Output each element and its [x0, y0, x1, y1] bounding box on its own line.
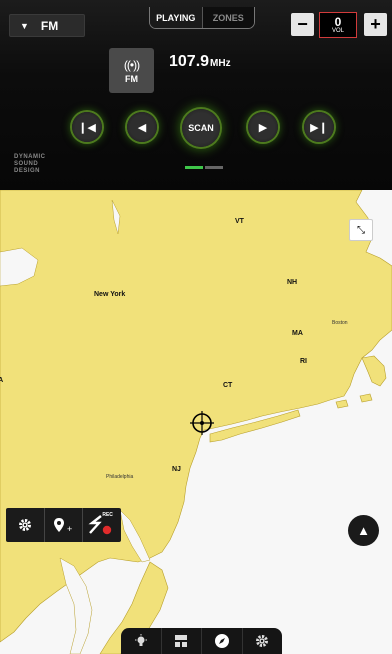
map-label-philadelphia: Philadelphia	[106, 474, 134, 480]
north-arrow-icon: ▲	[357, 523, 370, 538]
volume-value: 0	[334, 14, 342, 29]
playing-zones-tabs: PLAYING ZONES	[149, 7, 255, 29]
seek-back-button[interactable]: ◀	[127, 112, 157, 142]
dropdown-triangle-icon: ▼	[20, 20, 29, 31]
tab-light[interactable]	[121, 628, 162, 654]
rec-label: REC	[102, 512, 113, 518]
map-label-new-york: New York	[94, 291, 126, 298]
map-label-boston: Boston	[332, 320, 348, 326]
seek-forward-icon: ▶	[258, 121, 268, 134]
source-label: FM	[40, 18, 59, 33]
volume-label: VOL	[331, 27, 344, 34]
radio-signal-icon: ((•))	[123, 57, 140, 72]
frequency-unit: MHz	[210, 58, 231, 69]
map-label-nj: NJ	[172, 466, 181, 473]
skip-next-button[interactable]: ▶❙	[304, 112, 334, 142]
skip-previous-button[interactable]: ❙◀	[72, 112, 102, 142]
map-label-pa: PA	[0, 377, 4, 384]
light-bulb-icon	[134, 634, 147, 646]
tab-navigation[interactable]	[202, 628, 243, 654]
collapse-map-button[interactable]: ⤡	[349, 219, 373, 241]
tab-settings[interactable]	[243, 628, 283, 654]
source-dropdown[interactable]: ▼ FM	[9, 14, 85, 37]
brand-line-1: DYNAMIC	[14, 154, 46, 160]
collapse-arrows-icon: ⤡	[357, 224, 365, 236]
brand-line-2: SOUND	[14, 161, 39, 167]
volume-display: 0 VOL	[319, 12, 357, 38]
map-settings-button[interactable]	[6, 508, 45, 542]
map-label-ct: CT	[223, 382, 233, 389]
tab-zones[interactable]: ZONES	[202, 7, 254, 28]
scan-label: SCAN	[188, 123, 214, 133]
volume-up-button[interactable]: +	[364, 13, 387, 36]
tab-playing[interactable]: PLAYING	[150, 7, 203, 28]
add-waypoint-button[interactable]: +	[45, 508, 84, 542]
north-up-button[interactable]: ▲	[348, 515, 379, 546]
crosshair-cursor-icon[interactable]	[190, 411, 214, 435]
page-dot-2	[205, 166, 223, 169]
fm-band-button[interactable]: ((•)) FM	[109, 48, 154, 93]
tab-layout[interactable]	[162, 628, 202, 654]
map-toolbar: + REC	[6, 508, 121, 542]
skip-next-icon: ▶❙	[310, 121, 328, 134]
seek-back-icon: ◀	[137, 121, 147, 134]
navigation-map[interactable]: VT NH New York MA Boston RI PA CT NJ Phi…	[0, 190, 392, 654]
gear-icon	[18, 519, 31, 531]
svg-text:+: +	[67, 524, 72, 533]
dynamic-sound-design-logo: DYNAMIC SOUND DESIGN	[14, 154, 46, 175]
settings-gear-icon	[256, 635, 269, 647]
seek-forward-button[interactable]: ▶	[248, 112, 278, 142]
brand-line-3: DESIGN	[14, 168, 41, 174]
frequency-value: 107.9	[169, 53, 210, 70]
record-track-button[interactable]: REC	[83, 508, 121, 542]
audio-panel: ▼ FM PLAYING ZONES − 0 VOL + ((•)) FM 10…	[0, 0, 392, 190]
band-label: FM	[125, 73, 138, 84]
page-dot-1	[185, 166, 203, 169]
frequency-readout: 107.9MHz	[169, 53, 231, 71]
map-label-nh: NH	[287, 279, 298, 286]
map-label-vt: VT	[235, 218, 244, 225]
page-indicator	[185, 166, 223, 169]
split-screen-icon	[175, 635, 188, 647]
skip-previous-icon: ❙◀	[78, 121, 96, 134]
bottom-tab-bar	[121, 628, 282, 654]
map-label-ri: RI	[300, 358, 307, 365]
add-waypoint-icon: +	[53, 518, 72, 533]
compass-icon	[214, 634, 229, 648]
scan-button[interactable]: SCAN	[182, 109, 220, 147]
map-label-ma: MA	[292, 330, 303, 337]
volume-down-button[interactable]: −	[291, 13, 314, 36]
